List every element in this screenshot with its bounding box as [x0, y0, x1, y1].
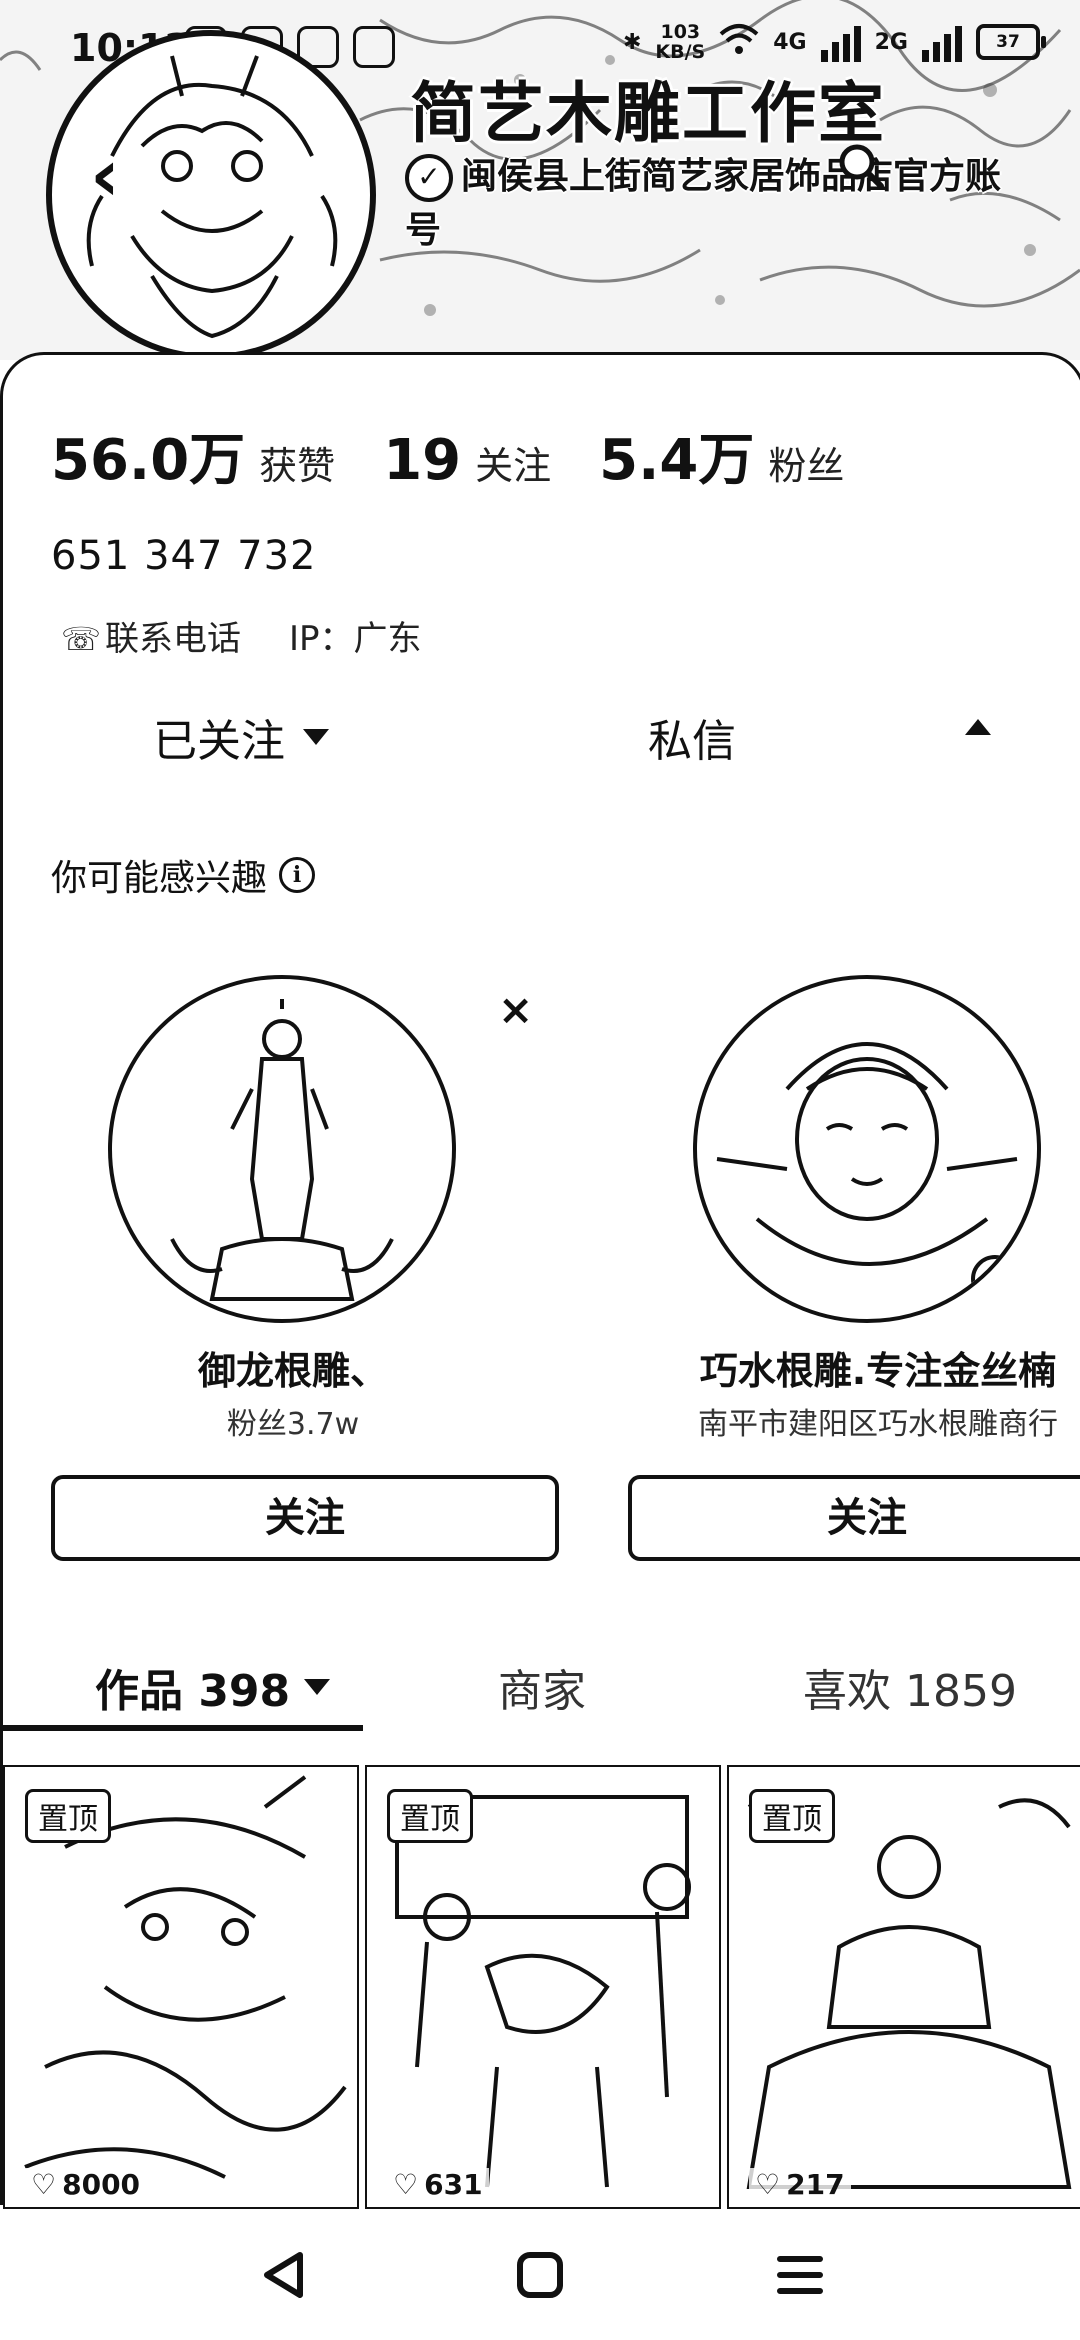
pinned-badge: 置顶 [25, 1789, 111, 1843]
pinned-badge: 置顶 [387, 1789, 473, 1843]
suggested-account-card[interactable]: 御龙根雕、 粉丝3.7w [33, 955, 553, 1442]
video-like-count: ♡ 217 [749, 2168, 851, 2201]
buddha-statue-image [170, 999, 394, 1301]
contact-phone-link[interactable]: ☏ 联系电话 [61, 611, 241, 660]
info-icon[interactable]: i [279, 857, 316, 893]
battery-icon: 37 [976, 24, 1046, 60]
bluetooth-icon: ✱ [622, 29, 642, 55]
nav-menu-icon[interactable] [770, 2245, 830, 2305]
contact-phone-label: 联系电话 [105, 619, 242, 659]
heart-icon: ♡ [393, 2168, 419, 2201]
wifi-icon [719, 22, 759, 62]
profile-stats: 56.0万 获赞 19 关注 5.4万 粉丝 [51, 415, 892, 496]
like-count-value: 631 [424, 2168, 483, 2201]
video-thumbnail[interactable]: 置顶 ♡ 217 [727, 1765, 1080, 2209]
suggested-account-name[interactable]: 巧水根雕.专注金丝楠 [618, 1340, 1080, 1395]
heart-icon: ♡ [31, 2168, 57, 2201]
suggested-account-name[interactable]: 御龙根雕、 [33, 1340, 553, 1395]
network-type-label: 2G [874, 29, 908, 55]
active-tab-indicator [3, 1725, 363, 1731]
profile-card: 56.0万 获赞 19 关注 5.4万 粉丝 651 347 732 ☏ 联系电话… [0, 352, 1080, 2209]
like-count-value: 8000 [62, 2168, 141, 2201]
network-type-label: 4G [773, 29, 807, 55]
pinned-badge: 置顶 [749, 1789, 835, 1843]
system-navigation-bar [0, 2210, 1080, 2340]
stat-followers-label[interactable]: 粉丝 [768, 435, 844, 490]
net-speed-unit: KB/S [655, 41, 706, 63]
ip-location: IP：广东 [289, 619, 422, 659]
follow-button[interactable]: 关注 [628, 1475, 1080, 1561]
verification-text: 闽侯县上街简艺家居饰品店官方账号 [405, 156, 1002, 251]
tab-shop[interactable]: 商家 [498, 1655, 586, 1719]
heart-icon: ♡ [755, 2168, 781, 2201]
chevron-down-icon [303, 729, 329, 745]
suggested-account-card[interactable]: 巧水根雕.专注金丝楠 南平市建阳区巧水根雕商行 [618, 955, 1080, 1442]
follow-button[interactable]: 关注 [51, 1475, 559, 1561]
chevron-down-icon [304, 1679, 331, 1695]
content-tabs: 作品 398 商家 喜欢 1859 [3, 1645, 1080, 1735]
tab-works[interactable]: 作品 398 [95, 1655, 331, 1719]
contact-row: ☏ 联系电话 IP：广东 [61, 611, 422, 660]
tab-works-label: 作品 398 [95, 1666, 291, 1717]
video-like-count: ♡ 8000 [25, 2168, 147, 2201]
user-id: 651 347 732 [51, 533, 317, 579]
signal-icon [820, 22, 861, 62]
followed-button[interactable]: 已关注 [153, 705, 329, 769]
suggestions-header: 你可能感兴趣 i [51, 849, 316, 901]
suggested-account-avatar[interactable] [108, 975, 456, 1323]
net-speed-value: 103 [660, 21, 701, 43]
suggested-account-subtitle: 南平市建阳区巧水根雕商行 [698, 1407, 1058, 1442]
network-speed: 103 KB/S [655, 22, 705, 62]
verified-check-icon: ✓ [405, 154, 453, 202]
search-icon[interactable] [835, 140, 887, 192]
stat-followers-value[interactable]: 5.4万 [599, 415, 754, 496]
nav-home-icon[interactable] [510, 2245, 570, 2305]
nav-back-icon[interactable] [255, 2245, 315, 2305]
stat-following-label[interactable]: 关注 [475, 435, 551, 490]
stat-following-value[interactable]: 19 [383, 428, 461, 493]
like-count-value: 217 [786, 2168, 845, 2201]
status-indicators: ✱ 103 KB/S 4G 2G 37 [622, 22, 1046, 62]
tab-likes[interactable]: 喜欢 1859 [803, 1655, 1017, 1719]
video-thumbnail[interactable]: 置顶 ♡ 631 [365, 1765, 721, 2209]
suggested-account-avatar[interactable] [693, 975, 1041, 1323]
message-button[interactable]: 私信 [648, 705, 736, 769]
stat-likes-label: 获赞 [259, 444, 336, 488]
close-icon[interactable]: × [498, 985, 533, 1034]
phone-link-icon: ☏ [61, 620, 102, 658]
profile-name: 简艺木雕工作室 [410, 75, 886, 152]
followed-check-icon [971, 1255, 1019, 1303]
video-like-count: ♡ 631 [387, 2168, 489, 2201]
collapse-suggestions-icon[interactable] [965, 719, 991, 735]
app-notification-icon [353, 26, 395, 68]
stat-likes-value: 56.0万 [51, 428, 246, 493]
signal-icon [922, 22, 962, 62]
verification-row: ✓ 闽侯县上街简艺家居饰品店官方账号 [405, 150, 1025, 258]
video-grid: 置顶 ♡ 8000 置顶 ♡ 631 置顶 ♡ 217 [3, 1765, 1080, 2209]
action-row: 已关注 私信 [3, 695, 1080, 775]
profile-header: 10:12 ✱ 103 KB/S 4G 2G 37 ‹ 简艺木雕工作室 ✓ 闽侯… [0, 0, 1080, 360]
followed-label: 已关注 [153, 716, 285, 767]
video-thumbnail[interactable]: 置顶 ♡ 8000 [3, 1765, 359, 2209]
suggested-account-subtitle: 粉丝3.7w [226, 1407, 360, 1442]
suggestions-title: 你可能感兴趣 [51, 858, 268, 899]
back-button[interactable]: ‹ [70, 133, 140, 217]
